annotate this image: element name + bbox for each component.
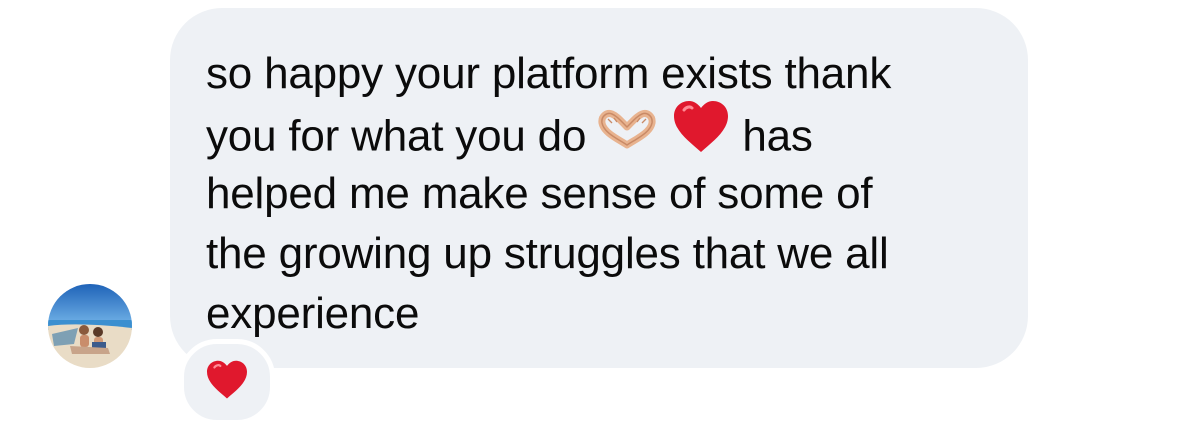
red-heart-icon [207,360,247,399]
message-line-1: so happy your platform exists thank [206,49,892,98]
red-heart-icon [672,100,730,170]
message-line-3: helped me make sense of some of [206,169,873,218]
sender-avatar[interactable] [48,284,132,368]
message-line-2-text: you for what you do [206,111,587,161]
heart-hands-icon [598,105,656,165]
reaction-badge[interactable] [179,339,275,425]
message-bubble[interactable]: so happy your platform exists thank you … [170,8,1028,368]
message-line-5: experience [206,289,420,338]
avatar-photo [48,284,132,368]
message-line-2-tail: has [742,111,813,161]
message-line-4: the growing up struggles that we all [206,229,889,278]
